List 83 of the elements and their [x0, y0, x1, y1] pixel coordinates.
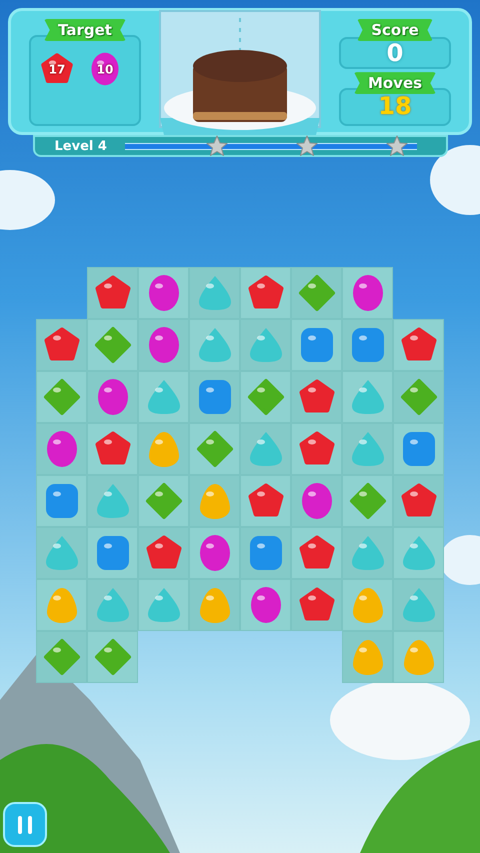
diamond-candy-icon [92, 325, 132, 365]
board-tile[interactable] [342, 631, 393, 683]
board-tile[interactable] [87, 475, 138, 527]
star-icon [384, 134, 409, 158]
cloud [0, 170, 55, 230]
board-tile[interactable] [240, 527, 291, 579]
board-tile[interactable] [342, 319, 393, 371]
star-icon [204, 134, 229, 158]
board-tile[interactable] [393, 631, 444, 683]
board-tile[interactable] [240, 319, 291, 371]
board-tile[interactable] [36, 579, 87, 631]
board-tile[interactable] [36, 527, 87, 579]
board-tile[interactable] [393, 371, 444, 423]
board-tile[interactable] [87, 319, 138, 371]
board-tile[interactable] [240, 579, 291, 631]
board-tile[interactable] [189, 423, 240, 475]
board-tile[interactable] [342, 475, 393, 527]
diamond-candy-icon [194, 429, 234, 469]
board-tile[interactable] [87, 423, 138, 475]
board-tile[interactable] [240, 475, 291, 527]
board-tile[interactable] [291, 423, 342, 475]
level-label: Level 4 [54, 138, 107, 154]
board-tile[interactable] [291, 267, 342, 319]
score-label: Score [357, 19, 433, 41]
board-tile[interactable] [189, 267, 240, 319]
target-label: Target [44, 19, 126, 41]
board-tile[interactable] [138, 371, 189, 423]
board-tile[interactable] [291, 371, 342, 423]
board-tile[interactable] [138, 579, 189, 631]
board-tile[interactable] [138, 475, 189, 527]
board-tile[interactable] [291, 527, 342, 579]
board-tile[interactable] [189, 371, 240, 423]
diamond-candy-icon [92, 637, 132, 677]
board-tile[interactable] [342, 371, 393, 423]
star-icon [294, 134, 319, 158]
board-tile[interactable] [393, 579, 444, 631]
board-tile[interactable] [138, 423, 189, 475]
board-tile[interactable] [138, 319, 189, 371]
board-tile[interactable] [240, 267, 291, 319]
board-tile[interactable] [240, 371, 291, 423]
board-tile[interactable] [342, 267, 393, 319]
diamond-candy-icon [398, 377, 438, 417]
board-tile[interactable] [138, 267, 189, 319]
diamond-candy-icon [144, 481, 184, 521]
board-tile[interactable] [240, 423, 291, 475]
diamond-candy-icon [42, 637, 82, 677]
board-tile[interactable] [342, 527, 393, 579]
board-tile[interactable] [393, 423, 444, 475]
diamond-candy-icon [246, 377, 286, 417]
diamond-candy-icon [348, 481, 388, 521]
board-tile[interactable] [393, 475, 444, 527]
board-tile[interactable] [393, 319, 444, 371]
board-tile[interactable] [189, 319, 240, 371]
target-count: 17 [48, 64, 66, 76]
board-tile[interactable] [291, 579, 342, 631]
board-tile[interactable] [291, 475, 342, 527]
board-tile[interactable] [342, 423, 393, 475]
board-tile[interactable] [87, 267, 138, 319]
board-tile[interactable] [87, 371, 138, 423]
target-count: 10 [96, 64, 114, 76]
pause-button[interactable] [3, 802, 47, 847]
moves-label: Moves [354, 72, 436, 94]
cloud [430, 145, 480, 215]
board-tile[interactable] [189, 475, 240, 527]
board-tile[interactable] [291, 319, 342, 371]
board-tile[interactable] [393, 527, 444, 579]
moves-value: 18 [339, 88, 451, 126]
board-tile[interactable] [189, 527, 240, 579]
board-tile[interactable] [36, 475, 87, 527]
board-tile[interactable] [87, 579, 138, 631]
board-tile[interactable] [189, 579, 240, 631]
board-tile[interactable] [138, 527, 189, 579]
board-tile[interactable] [36, 319, 87, 371]
board-tile[interactable] [36, 423, 87, 475]
board-tile[interactable] [36, 371, 87, 423]
diamond-candy-icon [296, 273, 336, 313]
diamond-candy-icon [42, 377, 82, 417]
score-value: 0 [339, 37, 451, 69]
board-tile[interactable] [36, 631, 87, 683]
pause-icon [16, 814, 34, 836]
board-tile[interactable] [87, 631, 138, 683]
board-tile[interactable] [342, 579, 393, 631]
board-tile[interactable] [87, 527, 138, 579]
